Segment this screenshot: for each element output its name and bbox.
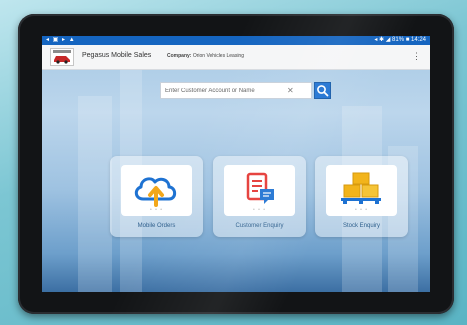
background-building: [78, 96, 112, 292]
tile-dots: • • •: [354, 207, 369, 213]
status-info: ◂ ✱ ◢ 81% ■ 14:24: [374, 37, 426, 43]
search-box: ✕: [160, 82, 312, 99]
status-bar: ◂ ▣ ▸ ▲ ◂ ✱ ◢ 81% ■ 14:24: [42, 36, 430, 45]
tile-customer-enquiry[interactable]: • • • Customer Enquiry: [213, 156, 306, 237]
more-vert-icon[interactable]: ⋮: [412, 51, 421, 61]
app-title: Pegasus Mobile Sales: [82, 52, 152, 59]
tile-icon-panel: • • •: [121, 165, 192, 216]
tile-stock-enquiry[interactable]: • • • Stock Enquiry: [315, 156, 408, 237]
search-input[interactable]: [165, 85, 283, 97]
tile-label: Mobile Orders: [137, 223, 176, 229]
tile-icon-panel: • • •: [224, 165, 295, 216]
company-info: Company: Orion Vehicles Leasing: [167, 53, 244, 59]
app-bar: Pegasus Mobile Sales Company: Orion Vehi…: [42, 45, 430, 70]
tile-label: Customer Enquiry: [235, 223, 284, 229]
car-logo-icon: [53, 50, 71, 64]
search-icon: [317, 85, 329, 97]
clear-icon[interactable]: ✕: [287, 85, 294, 97]
status-icons-left: ◂ ▣ ▸ ▲: [46, 37, 76, 43]
tablet-frame: ◂ ▣ ▸ ▲ ◂ ✱ ◢ 81% ■ 14:24 Pegasus Mobile…: [18, 14, 454, 314]
app-logo: [50, 48, 74, 66]
tile-icon-panel: • • •: [326, 165, 397, 216]
company-name: Orion Vehicles Leasing: [192, 53, 244, 59]
tile-dots: • • •: [252, 207, 267, 213]
search-button[interactable]: [314, 82, 331, 99]
company-label: Company:: [167, 53, 192, 59]
tile-mobile-orders[interactable]: • • • Mobile Orders: [110, 156, 203, 237]
tile-label: Stock Enquiry: [342, 223, 381, 229]
tile-dots: • • •: [149, 207, 164, 213]
app-screen: ◂ ▣ ▸ ▲ ◂ ✱ ◢ 81% ■ 14:24 Pegasus Mobile…: [42, 36, 430, 292]
